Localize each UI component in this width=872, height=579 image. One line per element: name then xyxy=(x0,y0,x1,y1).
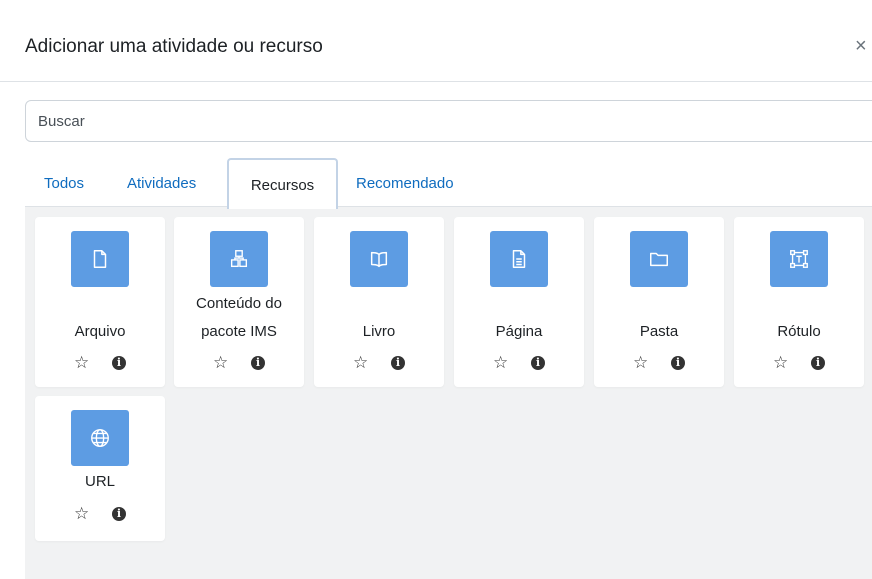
module-actions: ☆ i xyxy=(314,353,444,373)
chooser-content: Arquivo ☆ i Conteúdo do pacote IMS ☆ i L… xyxy=(25,206,872,579)
module-label-line1: Conteúdo do xyxy=(196,295,282,312)
info-icon[interactable]: i xyxy=(671,356,685,370)
info-icon[interactable]: i xyxy=(112,507,126,521)
module-label: Rótulo xyxy=(777,323,821,340)
module-label: Livro xyxy=(362,323,396,340)
module-label: Arquivo xyxy=(74,323,126,340)
module-card-pasta[interactable]: Pasta ☆ i xyxy=(594,217,724,387)
info-icon[interactable]: i xyxy=(112,356,126,370)
tab-bar: Todos Atividades Recursos Recomendado xyxy=(0,158,872,209)
info-icon[interactable]: i xyxy=(391,356,405,370)
module-actions: ☆ i xyxy=(734,353,864,373)
search-input[interactable] xyxy=(25,100,872,142)
module-card-pagina[interactable]: Página ☆ i xyxy=(454,217,584,387)
module-label: Pasta xyxy=(639,323,679,340)
star-icon[interactable]: ☆ xyxy=(773,353,788,373)
tab-recursos[interactable]: Recursos xyxy=(227,158,338,209)
module-label: Página xyxy=(495,323,543,340)
tab-recomendado[interactable]: Recomendado xyxy=(356,158,454,208)
modal-header: Adicionar uma atividade ou recurso × xyxy=(0,0,872,82)
file-icon xyxy=(71,231,129,287)
info-icon[interactable]: i xyxy=(531,356,545,370)
module-actions: ☆ i xyxy=(174,353,304,373)
module-label: URL xyxy=(84,473,115,490)
modal-title: Adicionar uma atividade ou recurso xyxy=(25,36,323,57)
close-button[interactable]: × xyxy=(855,36,867,56)
star-icon[interactable]: ☆ xyxy=(633,353,648,373)
module-label-line2: pacote IMS xyxy=(201,323,277,340)
module-card-livro[interactable]: Livro ☆ i xyxy=(314,217,444,387)
module-actions: ☆ i xyxy=(454,353,584,373)
module-card-ims-package[interactable]: Conteúdo do pacote IMS ☆ i xyxy=(174,217,304,387)
module-card-rotulo[interactable]: Rótulo ☆ i xyxy=(734,217,864,387)
module-actions: ☆ i xyxy=(594,353,724,373)
info-icon[interactable]: i xyxy=(251,356,265,370)
module-card-arquivo[interactable]: Arquivo ☆ i xyxy=(35,217,165,387)
tab-todos[interactable]: Todos xyxy=(44,158,84,208)
book-icon xyxy=(350,231,408,287)
module-card-url[interactable]: URL ☆ i xyxy=(35,396,165,541)
info-icon[interactable]: i xyxy=(811,356,825,370)
star-icon[interactable]: ☆ xyxy=(213,353,228,373)
label-icon xyxy=(770,231,828,287)
package-icon xyxy=(210,231,268,287)
page-icon xyxy=(490,231,548,287)
star-icon[interactable]: ☆ xyxy=(353,353,368,373)
module-actions: ☆ i xyxy=(35,353,165,373)
globe-icon xyxy=(71,410,129,466)
star-icon[interactable]: ☆ xyxy=(74,504,89,524)
star-icon[interactable]: ☆ xyxy=(493,353,508,373)
tab-atividades[interactable]: Atividades xyxy=(127,158,196,208)
folder-icon xyxy=(630,231,688,287)
star-icon[interactable]: ☆ xyxy=(74,353,89,373)
module-actions: ☆ i xyxy=(35,504,165,524)
